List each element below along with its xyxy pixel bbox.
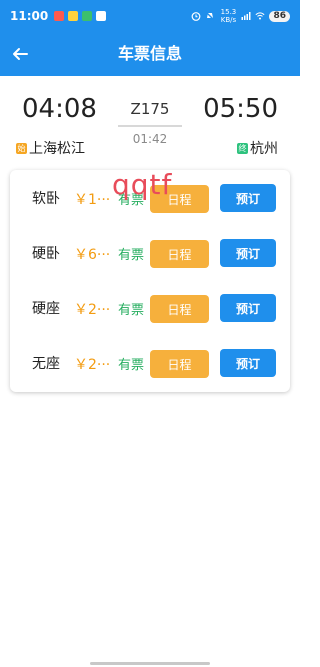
schedule-button[interactable]: 日程 <box>150 295 209 323</box>
status-bar: 11:00 15.3 KB/s 86 <box>0 0 300 32</box>
signal-icon <box>241 12 251 20</box>
arrival-time: 05:50 <box>203 94 278 124</box>
battery-indicator: 86 <box>269 10 290 22</box>
app-notification-icon <box>54 11 65 21</box>
seat-availability: 有票 <box>118 248 145 263</box>
seat-price: ￥2··· <box>74 357 111 373</box>
seat-price: ￥1··· <box>74 192 111 208</box>
mute-icon <box>205 11 215 21</box>
status-bar-right: 15.3 KB/s 86 <box>191 8 290 24</box>
seat-price: ￥6··· <box>74 247 111 263</box>
app-notification-icon <box>68 11 79 21</box>
start-tag-icon: 始 <box>16 142 27 154</box>
status-bar-left: 11:00 <box>10 9 107 23</box>
seat-type: 硬座 <box>32 301 60 317</box>
page-title: 车票信息 <box>117 44 182 63</box>
book-button[interactable]: 预订 <box>220 239 276 267</box>
seat-type: 软卧 <box>32 191 60 207</box>
seat-availability: 有票 <box>118 358 145 373</box>
schedule-button[interactable]: 日程 <box>150 240 209 268</box>
seat-type: 硬卧 <box>32 246 60 262</box>
seat-row: 硬座 ￥2··· 有票 日程 预订 <box>10 282 290 338</box>
alarm-icon <box>192 12 201 21</box>
book-button[interactable]: 预订 <box>220 349 276 377</box>
seat-list: 软卧 ￥1··· 有票 日程 预订 硬卧 ￥6··· 有票 日程 预订 硬座 ￥… <box>10 170 290 392</box>
status-time: 11:00 <box>10 9 49 23</box>
arrival-station-name: 杭州 <box>250 141 278 157</box>
home-indicator[interactable] <box>90 662 210 665</box>
seat-row: 硬卧 ￥6··· 有票 日程 预订 <box>10 227 290 283</box>
departure-station: 始 上海松江 <box>16 138 85 158</box>
train-info: 04:08 Z175 01:42 05:50 始 上海松江 终 杭州 <box>0 76 300 164</box>
departure-station-name: 上海松江 <box>29 141 85 157</box>
play-icon <box>96 11 107 21</box>
book-button[interactable]: 预订 <box>220 294 276 322</box>
wifi-icon <box>255 12 265 20</box>
seat-type: 无座 <box>32 356 60 372</box>
seat-row: 无座 ￥2··· 有票 日程 预订 <box>10 337 290 393</box>
seat-availability: 有票 <box>118 303 145 318</box>
end-tag-icon: 终 <box>237 142 248 154</box>
book-button[interactable]: 预订 <box>220 184 276 212</box>
schedule-button[interactable]: 日程 <box>150 350 209 378</box>
route-line <box>118 125 182 127</box>
nav-bar: 车票信息 <box>0 32 300 76</box>
app-notification-icon <box>82 11 93 21</box>
seat-price: ￥2··· <box>74 302 111 318</box>
watermark-text: qqtf <box>112 168 173 201</box>
arrival-station: 终 杭州 <box>237 138 278 158</box>
network-speed: 15.3 KB/s <box>220 8 237 24</box>
